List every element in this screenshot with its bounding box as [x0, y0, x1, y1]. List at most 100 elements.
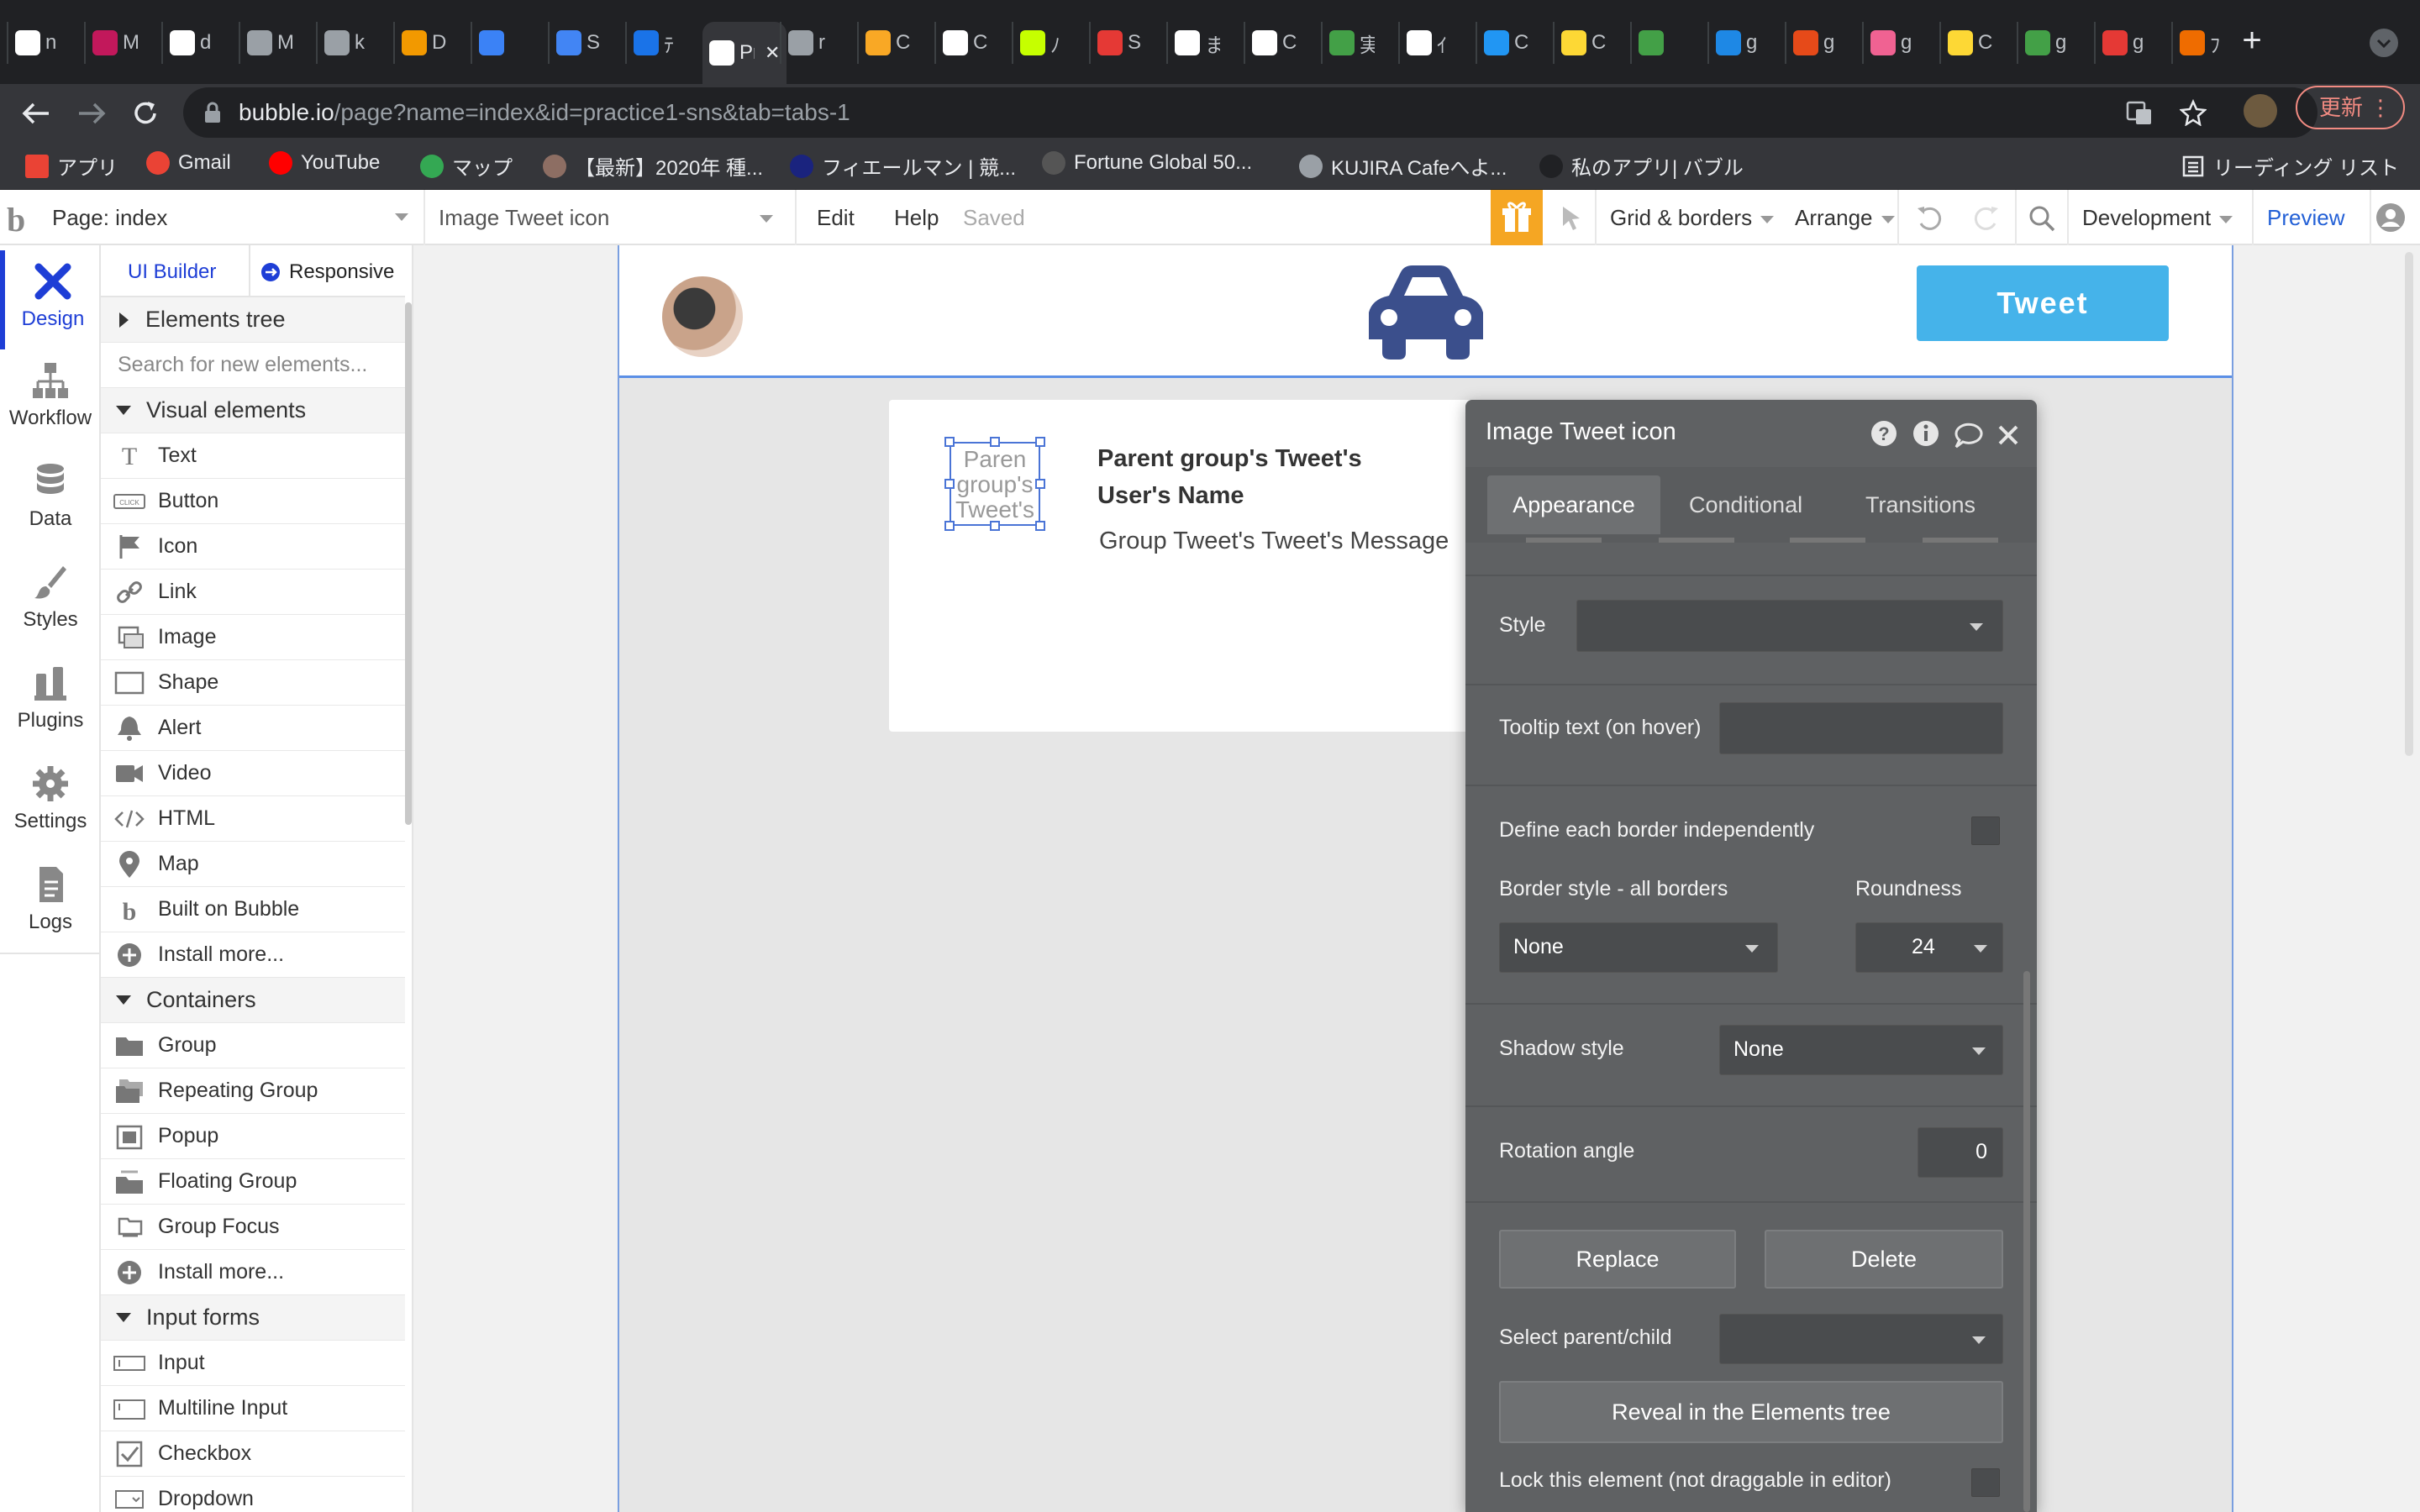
element-item-install-more[interactable]: Install more... — [101, 1250, 405, 1295]
undo-icon[interactable] — [1914, 203, 1944, 234]
browser-tab[interactable]: ﾉ — [1012, 22, 1084, 64]
shadow-dropdown[interactable]: None — [1719, 1025, 2003, 1075]
element-item-link[interactable]: Link — [101, 570, 405, 615]
element-item-group-focus[interactable]: Group Focus — [101, 1205, 405, 1250]
bubble-logo[interactable]: b — [7, 200, 25, 239]
nav-styles[interactable]: Styles — [0, 551, 101, 650]
close-tab-icon[interactable]: ✕ — [765, 42, 780, 64]
element-item-popup[interactable]: Popup — [101, 1114, 405, 1159]
element-item-repeating-group[interactable]: Repeating Group — [101, 1068, 405, 1114]
nav-data[interactable]: Data — [0, 450, 101, 549]
element-item-dropdown[interactable]: Dropdown — [101, 1477, 405, 1512]
address-bar[interactable]: bubble.io/page?name=index&id=practice1-s… — [183, 87, 2317, 138]
roundness-dropdown[interactable]: 24 — [1855, 922, 2003, 973]
canvas-scrollbar[interactable] — [2405, 252, 2413, 756]
translate-icon[interactable] — [2126, 99, 2153, 126]
element-item-floating-group[interactable]: Floating Group — [101, 1159, 405, 1205]
property-editor[interactable]: Image Tweet icon ? Appearance Conditiona… — [1465, 400, 2037, 1512]
bookmark-item[interactable]: YouTube — [269, 151, 380, 175]
element-item-multiline-input[interactable]: Multiline Input — [101, 1386, 405, 1431]
page-header[interactable]: Tweet — [619, 245, 2232, 378]
tooltip-input[interactable] — [1719, 702, 2003, 754]
bookmark-item[interactable]: 【最新】2020年 種... — [543, 151, 763, 181]
browser-tab[interactable]: C — [1244, 22, 1316, 64]
element-item-group[interactable]: Group — [101, 1023, 405, 1068]
browser-tab[interactable]: ｲ — [1398, 22, 1470, 64]
browser-tab[interactable]: g — [1785, 22, 1857, 64]
bookmark-item[interactable]: Gmail — [146, 151, 231, 175]
tab-search-button[interactable] — [2370, 29, 2398, 57]
grid-borders-menu[interactable]: Grid & borders — [1610, 205, 1775, 231]
element-selector[interactable]: Image Tweet icon — [439, 205, 609, 231]
user-avatar[interactable] — [662, 276, 743, 357]
element-item-built-on-bubble[interactable]: b Built on Bubble — [101, 887, 405, 932]
delete-button[interactable]: Delete — [1765, 1230, 2003, 1289]
browser-tab[interactable]: d — [161, 22, 234, 64]
element-item-image[interactable]: Image — [101, 615, 405, 660]
arrange-menu[interactable]: Arrange — [1795, 205, 1895, 231]
element-item-input[interactable]: Input — [101, 1341, 405, 1386]
element-item-video[interactable]: Video — [101, 751, 405, 796]
rotation-input[interactable]: 0 — [1918, 1127, 2003, 1178]
nav-settings[interactable]: Settings — [0, 753, 101, 852]
lock-checkbox[interactable] — [1971, 1468, 2000, 1497]
reload-icon[interactable] — [131, 99, 160, 128]
browser-tab[interactable]: C — [857, 22, 929, 64]
browser-tab[interactable]: M — [239, 22, 311, 64]
nav-plugins[interactable]: Plugins — [0, 652, 101, 751]
tab-appearance[interactable]: Appearance — [1487, 475, 1660, 534]
bookmark-star-icon[interactable] — [2180, 99, 2207, 126]
resize-handle[interactable] — [1035, 521, 1045, 531]
tab-ui-builder[interactable]: UI Builder — [128, 260, 216, 284]
new-tab-button[interactable]: + — [2235, 24, 2269, 57]
browser-tab[interactable]: Pr ✕ — [702, 22, 786, 84]
property-scrollbar[interactable] — [2023, 971, 2030, 1512]
tab-responsive[interactable]: Responsive — [260, 260, 394, 284]
back-icon[interactable] — [22, 101, 50, 126]
style-dropdown[interactable] — [1576, 600, 2003, 652]
reveal-in-tree-button[interactable]: Reveal in the Elements tree — [1499, 1381, 2003, 1443]
resize-handle[interactable] — [990, 437, 1000, 447]
resize-handle[interactable] — [944, 479, 955, 489]
nav-design[interactable]: Design — [0, 250, 101, 349]
tweet-button[interactable]: Tweet — [1917, 265, 2169, 341]
section-header[interactable]: Containers — [101, 978, 405, 1023]
browser-tab[interactable]: g — [1862, 22, 1934, 64]
browser-tab[interactable] — [471, 22, 543, 64]
help-menu[interactable]: Help — [894, 205, 939, 231]
browser-tab[interactable]: C — [1476, 22, 1548, 64]
tab-conditional[interactable]: Conditional — [1689, 492, 1802, 518]
element-item-button[interactable]: CLICK Button — [101, 479, 405, 524]
browser-tab[interactable] — [1630, 22, 1702, 64]
redo-icon[interactable] — [1971, 203, 2002, 234]
pointer-icon[interactable] — [1560, 203, 1585, 232]
browser-tab[interactable]: ま — [1166, 22, 1239, 64]
preview-button[interactable]: Preview — [2267, 205, 2344, 231]
car-icon[interactable] — [1359, 262, 1493, 363]
close-icon[interactable] — [1996, 423, 2020, 447]
info-icon[interactable] — [1912, 420, 1939, 447]
reading-list-button[interactable]: リーディング リスト — [2181, 151, 2399, 181]
bookmark-item[interactable]: フィエールマン | 競... — [790, 151, 1016, 181]
element-item-map[interactable]: Map — [101, 842, 405, 887]
element-item-checkbox[interactable]: Checkbox — [101, 1431, 405, 1477]
bookmark-item[interactable]: アプリ — [25, 151, 118, 181]
element-item-shape[interactable]: Shape — [101, 660, 405, 706]
elements-tree-toggle[interactable]: Elements tree — [101, 297, 405, 343]
section-header[interactable]: Visual elements — [101, 388, 405, 433]
question-icon[interactable]: ? — [1870, 420, 1897, 447]
element-search-input[interactable]: Search for new elements... — [101, 343, 405, 388]
element-item-text[interactable]: T Text — [101, 433, 405, 479]
profile-avatar[interactable] — [2244, 94, 2277, 128]
browser-tab[interactable]: ﾌ — [2171, 22, 2244, 64]
element-item-html[interactable]: HTML — [101, 796, 405, 842]
browser-tab[interactable]: ﾃ — [625, 22, 697, 64]
browser-tab[interactable]: g — [2017, 22, 2089, 64]
bookmark-item[interactable]: Fortune Global 50... — [1042, 151, 1252, 175]
element-item-alert[interactable]: Alert — [101, 706, 405, 751]
bookmark-item[interactable]: 私のアプリ| バブル — [1539, 151, 1744, 181]
search-icon[interactable] — [2027, 203, 2057, 234]
nav-logs[interactable]: Logs — [0, 853, 101, 953]
section-header[interactable]: Input forms — [101, 1295, 405, 1341]
update-chrome-button[interactable]: 更新 ⋮ — [2296, 86, 2405, 129]
